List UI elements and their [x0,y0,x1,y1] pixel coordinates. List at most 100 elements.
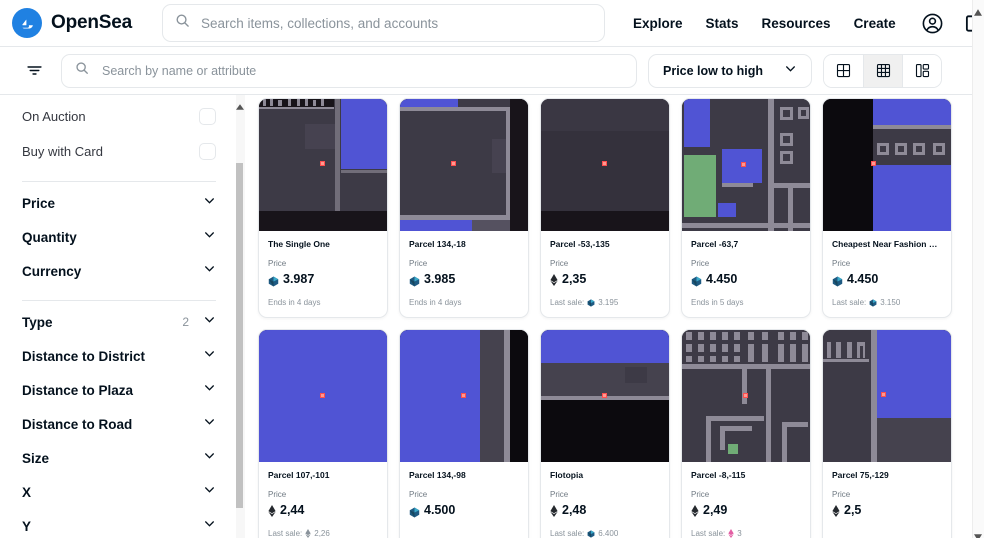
item-footer-label: Last sale: [268,529,303,538]
attribute-search-box[interactable] [61,53,637,88]
ethereum-currency-icon [268,504,276,517]
view-mode-toggle-group [823,53,942,88]
scroll-up-icon[interactable] [974,3,982,16]
filter-group-x-label: X [22,484,32,500]
item-price: 2,44 [268,503,378,517]
item-card[interactable]: Parcel -8,-115 Price 2,49 Last sale: 3 [681,329,811,538]
item-card[interactable]: Parcel 134,-18 Price 3.985 Ends in 4 day… [399,98,529,318]
item-footer-value: 3.150 [880,298,901,307]
filter-group-y[interactable]: Y [22,509,216,538]
item-footer: Last sale: 3.195 [550,298,660,307]
filter-group-type-label: Type [22,314,53,330]
item-footer-label: Last sale: [550,529,585,538]
view-mode-list-button[interactable] [902,54,941,87]
item-price-label: Price [691,490,710,499]
nav-link-resources[interactable]: Resources [762,16,831,31]
item-thumbnail-map [682,99,810,231]
nav-link-stats[interactable]: Stats [706,16,739,31]
item-price: 4.450 [691,272,801,286]
mana-currency-icon [587,529,595,538]
filter-group-currency-label: Currency [22,263,82,279]
ethereum-currency-icon [691,504,699,517]
item-price: 4.500 [409,503,519,517]
mana-currency-icon [409,505,420,517]
item-footer: Ends in 4 days [409,298,519,307]
item-price-value: 2,48 [562,503,587,517]
filter-buy-with-card-checkbox[interactable] [199,143,216,160]
item-card[interactable]: Cheapest Near Fashion D... Price 4.450 L… [822,98,952,318]
item-title: The Single One [268,239,330,249]
sidebar-scrollbar-thumb[interactable] [236,163,243,508]
sidebar-scroll-up-icon[interactable] [236,97,244,110]
nav-link-explore[interactable]: Explore [633,16,683,31]
item-card[interactable]: Parcel 134,-98 Price 4.500 [399,329,529,538]
item-price-value: 4.450 [706,272,738,286]
filter-group-distance-to-plaza[interactable]: Distance to Plaza [22,373,216,407]
attribute-search-input[interactable] [100,62,623,79]
sort-dropdown[interactable]: Price low to high [648,53,812,88]
item-price-label: Price [550,259,569,268]
filter-sidebar: On Auction Buy with Card Price Quantity [0,95,236,538]
item-footer-value: 3.195 [598,298,619,307]
filter-on-auction-checkbox[interactable] [199,108,216,125]
item-footer-label: Ends in 4 days [409,298,462,307]
item-card[interactable]: Parcel -53,-135 Price 2,35 Last sale: 3.… [540,98,670,318]
item-price-label: Price [268,490,287,499]
item-thumbnail-map [259,99,387,231]
filter-group-size[interactable]: Size [22,441,216,475]
item-footer: Ends in 4 days [268,298,378,307]
item-thumbnail-map [823,330,951,462]
filter-group-quantity[interactable]: Quantity [22,220,216,254]
chevron-down-icon [203,381,216,399]
item-card[interactable]: Flotopia Price 2,48 Last sale: 6.400 [540,329,670,538]
filter-group-quantity-label: Quantity [22,229,77,245]
chevron-down-icon [203,194,216,212]
item-grid: The Single One Price 3.987 Ends in 4 day… [250,95,972,538]
nav-link-create[interactable]: Create [854,16,896,31]
scroll-down-icon[interactable] [974,528,982,538]
item-price-label: Price [832,259,851,268]
item-card[interactable]: Parcel 75,-129 Price 2,5 [822,329,952,538]
item-title: Parcel 134,-18 [409,239,466,249]
item-card[interactable]: Parcel 107,-101 Price 2,44 Last sale: 2,… [258,329,388,538]
global-search-input[interactable] [198,14,592,32]
filter-on-auction[interactable]: On Auction [22,99,216,134]
filter-buy-with-card[interactable]: Buy with Card [22,134,216,169]
chevron-down-icon [784,62,797,80]
page-scrollbar-track[interactable] [972,0,984,538]
global-search-box[interactable] [161,4,605,42]
item-price-value: 3.985 [424,272,456,286]
filter-group-type[interactable]: Type 2 [22,305,216,339]
chevron-down-icon [203,313,216,331]
chevron-down-icon [203,449,216,467]
item-thumbnail-map [400,330,528,462]
filter-group-currency[interactable]: Currency [22,254,216,288]
item-price-value: 2,44 [280,503,305,517]
filter-icon[interactable] [18,55,50,87]
item-thumbnail-map [400,99,528,231]
account-icon[interactable] [920,11,945,36]
filter-group-distance-to-district[interactable]: Distance to District [22,339,216,373]
item-card[interactable]: Parcel -63,7 Price 4.450 Ends in 5 days [681,98,811,318]
search-icon [75,61,89,80]
item-card[interactable]: The Single One Price 3.987 Ends in 4 day… [258,98,388,318]
item-price-label: Price [691,259,710,268]
item-title: Parcel 107,-101 [268,470,330,480]
opensea-logo-icon [12,8,42,38]
filter-group-price[interactable]: Price [22,186,216,220]
item-title: Parcel 75,-129 [832,470,889,480]
filter-group-y-label: Y [22,518,32,534]
view-mode-grid-large-button[interactable] [824,54,863,87]
item-footer-label: Last sale: [832,298,867,307]
view-mode-grid-dense-button[interactable] [863,54,902,87]
mana-currency-icon [691,274,702,286]
ethereum-currency-icon [305,529,311,538]
brand-name: OpenSea [51,12,132,33]
filter-group-x[interactable]: X [22,475,216,509]
ethereum-currency-icon [832,504,840,517]
filter-group-distance-to-road[interactable]: Distance to Road [22,407,216,441]
item-price-value: 2,49 [703,503,728,517]
brand-home-link[interactable]: OpenSea [12,8,132,38]
chevron-down-icon [203,415,216,433]
chevron-down-icon [203,262,216,280]
